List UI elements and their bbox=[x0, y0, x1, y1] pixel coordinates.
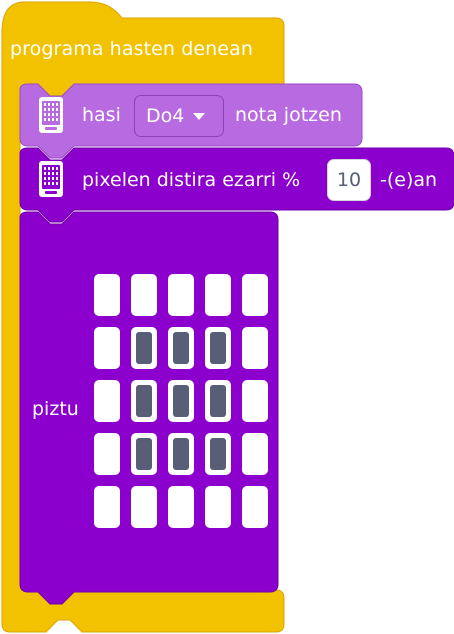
led-cell[interactable] bbox=[205, 433, 231, 475]
play-note-suffix: nota jotzen bbox=[235, 104, 342, 126]
microbit-device-icon bbox=[39, 161, 63, 197]
led-cell[interactable] bbox=[131, 327, 157, 369]
led-cell[interactable] bbox=[94, 380, 120, 422]
led-cell[interactable] bbox=[94, 327, 120, 369]
led-cell[interactable] bbox=[94, 274, 120, 316]
note-dropdown[interactable]: Do4 bbox=[134, 95, 224, 137]
microbit-device-icon bbox=[39, 97, 63, 133]
note-dropdown-value: Do4 bbox=[146, 105, 185, 127]
led-cell[interactable] bbox=[131, 274, 157, 316]
brightness-input[interactable]: 10 bbox=[327, 159, 371, 201]
hat-block-label: programa hasten denean bbox=[10, 38, 253, 60]
led-cell[interactable] bbox=[242, 274, 268, 316]
led-cell[interactable] bbox=[205, 274, 231, 316]
led-cell[interactable] bbox=[94, 486, 120, 528]
play-note-prefix: hasi bbox=[82, 104, 121, 126]
led-cell[interactable] bbox=[242, 327, 268, 369]
brightness-suffix: -(e)an bbox=[380, 169, 438, 191]
led-cell[interactable] bbox=[168, 486, 194, 528]
led-cell[interactable] bbox=[168, 327, 194, 369]
led-cell[interactable] bbox=[131, 486, 157, 528]
led-cell[interactable] bbox=[242, 486, 268, 528]
led-cell[interactable] bbox=[205, 486, 231, 528]
show-block-label: piztu bbox=[32, 398, 79, 420]
brightness-prefix: pixelen distira ezarri % bbox=[82, 169, 301, 191]
led-cell[interactable] bbox=[131, 380, 157, 422]
led-cell[interactable] bbox=[168, 274, 194, 316]
led-cell[interactable] bbox=[242, 380, 268, 422]
led-cell[interactable] bbox=[168, 380, 194, 422]
led-cell[interactable] bbox=[242, 433, 268, 475]
led-cell[interactable] bbox=[131, 433, 157, 475]
chevron-down-icon bbox=[193, 112, 206, 120]
led-matrix-grid bbox=[94, 274, 270, 530]
led-cell[interactable] bbox=[168, 433, 194, 475]
led-cell[interactable] bbox=[205, 380, 231, 422]
led-cell[interactable] bbox=[205, 327, 231, 369]
led-cell[interactable] bbox=[94, 433, 120, 475]
